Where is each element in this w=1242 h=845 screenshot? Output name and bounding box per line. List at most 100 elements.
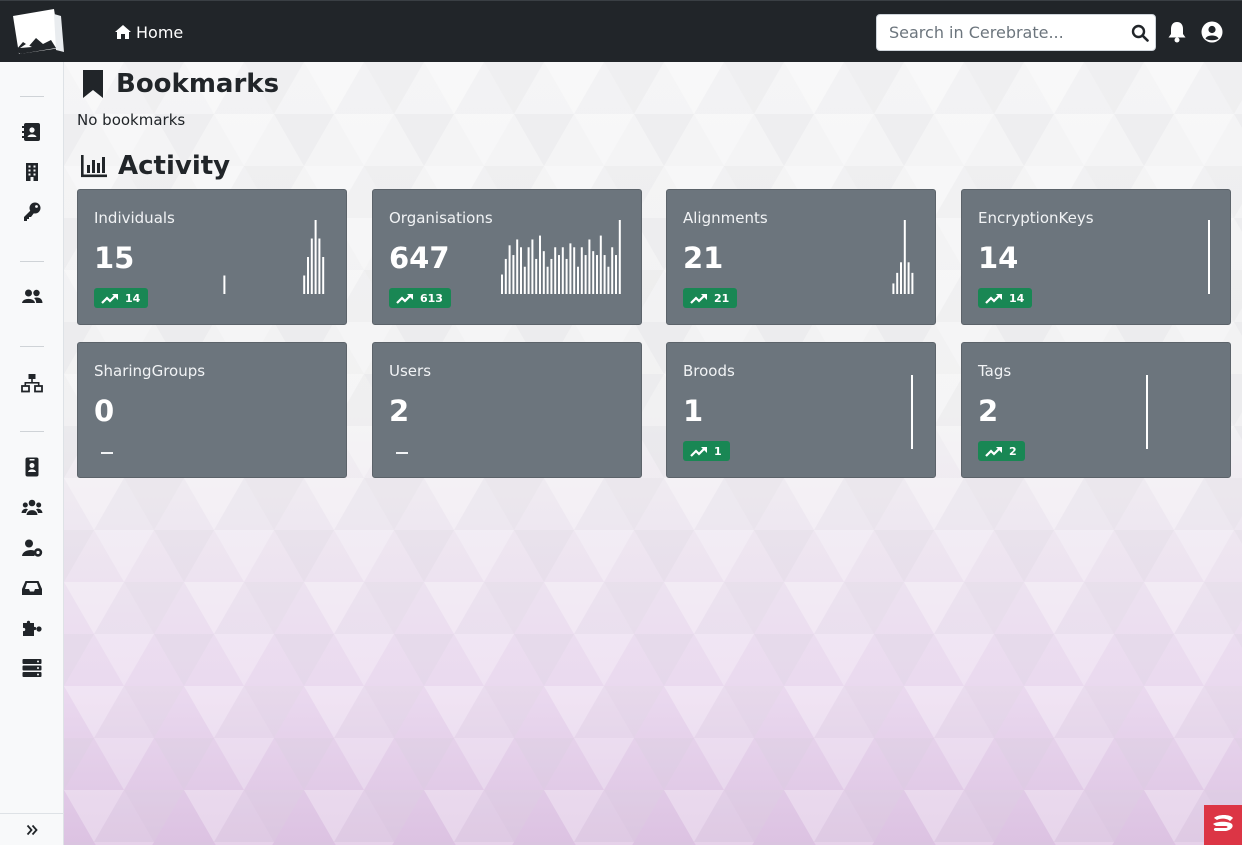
top-navbar: Home — [0, 0, 1242, 62]
sparkline-bar — [581, 247, 584, 294]
cerebrate-mark-icon — [1213, 815, 1233, 831]
sparkline-bar — [911, 375, 914, 449]
home-icon — [115, 25, 131, 39]
cerebrate-logo-icon[interactable] — [10, 6, 64, 58]
card-title: Tags — [978, 362, 1012, 380]
trend-up-icon — [396, 293, 413, 304]
search-input[interactable] — [877, 15, 1133, 50]
sparkline — [1146, 375, 1149, 449]
activity-title: Activity — [118, 151, 231, 181]
trend-up-icon — [985, 446, 1002, 457]
sidebar-divider — [20, 96, 44, 97]
activity-card-users[interactable]: Users 2 — [372, 342, 642, 478]
sparkline-bar — [505, 258, 508, 294]
activity-card-alignments[interactable]: Alignments 21 21 — [666, 189, 936, 325]
sparkline-bar — [604, 255, 607, 294]
card-count: 2 — [978, 394, 999, 428]
trend-badge: 2 — [978, 441, 1025, 461]
sparkline-bar — [1208, 220, 1211, 294]
user-group-icon[interactable] — [21, 498, 43, 518]
sparkline-bar — [314, 220, 317, 294]
sparkline-bar — [585, 255, 588, 294]
no-trend-dash — [101, 452, 113, 454]
sparkline-bar — [303, 275, 306, 294]
sparkline-bar — [907, 262, 910, 294]
sparkline-bar — [547, 266, 550, 294]
sparkline-bar — [596, 255, 599, 294]
nav-home-link[interactable]: Home — [114, 21, 183, 43]
sparkline-bar — [310, 238, 313, 294]
activity-card-broods[interactable]: Broods 1 1 — [666, 342, 936, 478]
search-box — [876, 14, 1156, 51]
sparkline-bar — [550, 258, 553, 294]
double-chevron-right-icon — [26, 824, 38, 835]
bell-icon[interactable] — [1167, 21, 1187, 43]
puzzle-icon[interactable] — [21, 618, 43, 638]
sparkline-bar — [531, 239, 534, 294]
sparkline-bar — [512, 255, 515, 294]
sparkline-bar — [539, 235, 542, 294]
sparkline-bar — [566, 258, 569, 294]
activity-card-tags[interactable]: Tags 2 2 — [961, 342, 1231, 478]
sparkline — [501, 220, 622, 294]
user-account-icon[interactable] — [1201, 21, 1223, 43]
sparkline — [223, 220, 325, 294]
inbox-icon[interactable] — [21, 578, 43, 598]
sparkline — [1208, 220, 1211, 294]
chart-bar-icon — [81, 155, 107, 178]
sparkline-bar — [543, 251, 546, 294]
sparkline-bar — [524, 266, 527, 294]
sparkline-bar — [562, 247, 565, 294]
main-content: Bookmarks No bookmarks Activity Individu… — [64, 62, 1242, 845]
activity-card-organisations[interactable]: Organisations 647 613 — [372, 189, 642, 325]
sparkline-bar — [516, 239, 519, 294]
activity-heading: Activity — [80, 150, 230, 182]
bookmarks-heading: Bookmarks — [82, 68, 279, 100]
sidebar-expand-toggle[interactable] — [0, 813, 63, 845]
bookmarks-title: Bookmarks — [116, 69, 280, 99]
sparkline-bar — [911, 272, 914, 294]
server-icon[interactable] — [21, 658, 43, 678]
activity-card-sharinggroups[interactable]: SharingGroups 0 — [77, 342, 347, 478]
sparkline-bar — [535, 258, 538, 294]
activity-card-individuals[interactable]: Individuals 15 14 — [77, 189, 347, 325]
sparkline-bar — [896, 272, 899, 294]
address-card-icon[interactable] — [21, 122, 43, 142]
card-count: 647 — [389, 241, 450, 275]
card-count: 15 — [94, 241, 135, 275]
sparkline-bar — [607, 266, 610, 294]
sparkline-bar — [588, 239, 591, 294]
card-title: Organisations — [389, 209, 493, 227]
sparkline-bar — [554, 247, 557, 294]
sidebar-divider — [20, 431, 44, 432]
network-icon[interactable] — [21, 373, 43, 393]
sparkline-bar — [501, 274, 504, 294]
sparkline-bar — [322, 257, 325, 294]
key-icon[interactable] — [21, 202, 43, 222]
sparkline-bar — [520, 247, 523, 294]
id-badge-icon[interactable] — [21, 457, 43, 477]
sparkline-bar — [592, 251, 595, 294]
corner-logo[interactable] — [1204, 805, 1242, 845]
user-cog-icon[interactable] — [21, 538, 43, 558]
trend-badge: 1 — [683, 441, 730, 461]
sparkline-bar — [569, 243, 572, 294]
trend-up-icon — [690, 293, 707, 304]
card-title: Broods — [683, 362, 735, 380]
search-icon[interactable] — [1131, 24, 1149, 42]
sidebar — [0, 62, 64, 845]
building-icon[interactable] — [21, 162, 43, 182]
card-count: 1 — [683, 394, 704, 428]
users-icon[interactable] — [21, 287, 43, 307]
activity-card-encryptionkeys[interactable]: EncryptionKeys 14 14 — [961, 189, 1231, 325]
card-title: SharingGroups — [94, 362, 206, 380]
sparkline-bar — [600, 235, 603, 294]
sparkline-bar — [611, 247, 614, 294]
sidebar-divider — [20, 261, 44, 262]
sparkline-bar — [899, 262, 902, 294]
sparkline-bar — [318, 238, 321, 294]
sparkline-bar — [1146, 375, 1149, 449]
sparkline-bar — [558, 255, 561, 294]
trend-up-icon — [690, 446, 707, 457]
card-count: 2 — [389, 394, 410, 428]
